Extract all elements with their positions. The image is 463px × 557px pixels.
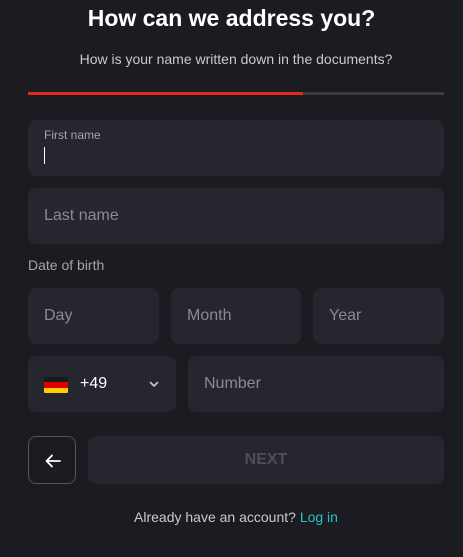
day-placeholder: Day [44, 307, 73, 324]
page-title: How can we address you? [87, 5, 376, 31]
year-placeholder: Year [329, 307, 362, 324]
page-subtitle: How is your name written down in the doc… [79, 51, 393, 67]
first-name-field[interactable]: First name [28, 120, 444, 176]
chevron-down-icon [149, 381, 159, 387]
country-code-select[interactable]: +49 [28, 356, 176, 412]
last-name-placeholder: Last name [44, 207, 119, 224]
text-caret [44, 147, 45, 164]
month-field[interactable]: Month [171, 288, 301, 344]
progress-fill [28, 92, 303, 95]
dial-code: +49 [80, 375, 108, 392]
last-name-field[interactable]: Last name [28, 188, 444, 244]
date-of-birth-label: Date of birth [28, 257, 105, 273]
login-prompt-text: Already have an account? [134, 509, 296, 525]
year-field[interactable]: Year [313, 288, 444, 344]
day-field[interactable]: Day [28, 288, 159, 344]
login-prompt: Already have an account? Log in [0, 509, 463, 525]
next-button[interactable]: NEXT [88, 436, 444, 484]
phone-number-field[interactable]: Number [188, 356, 444, 412]
first-name-label: First name [44, 128, 101, 142]
germany-flag-icon [44, 377, 68, 393]
phone-number-placeholder: Number [204, 375, 261, 392]
progress-bar [28, 92, 444, 95]
month-placeholder: Month [187, 307, 232, 324]
login-link[interactable]: Log in [300, 509, 338, 525]
back-button[interactable] [28, 436, 76, 484]
arrow-left-icon [45, 454, 61, 468]
